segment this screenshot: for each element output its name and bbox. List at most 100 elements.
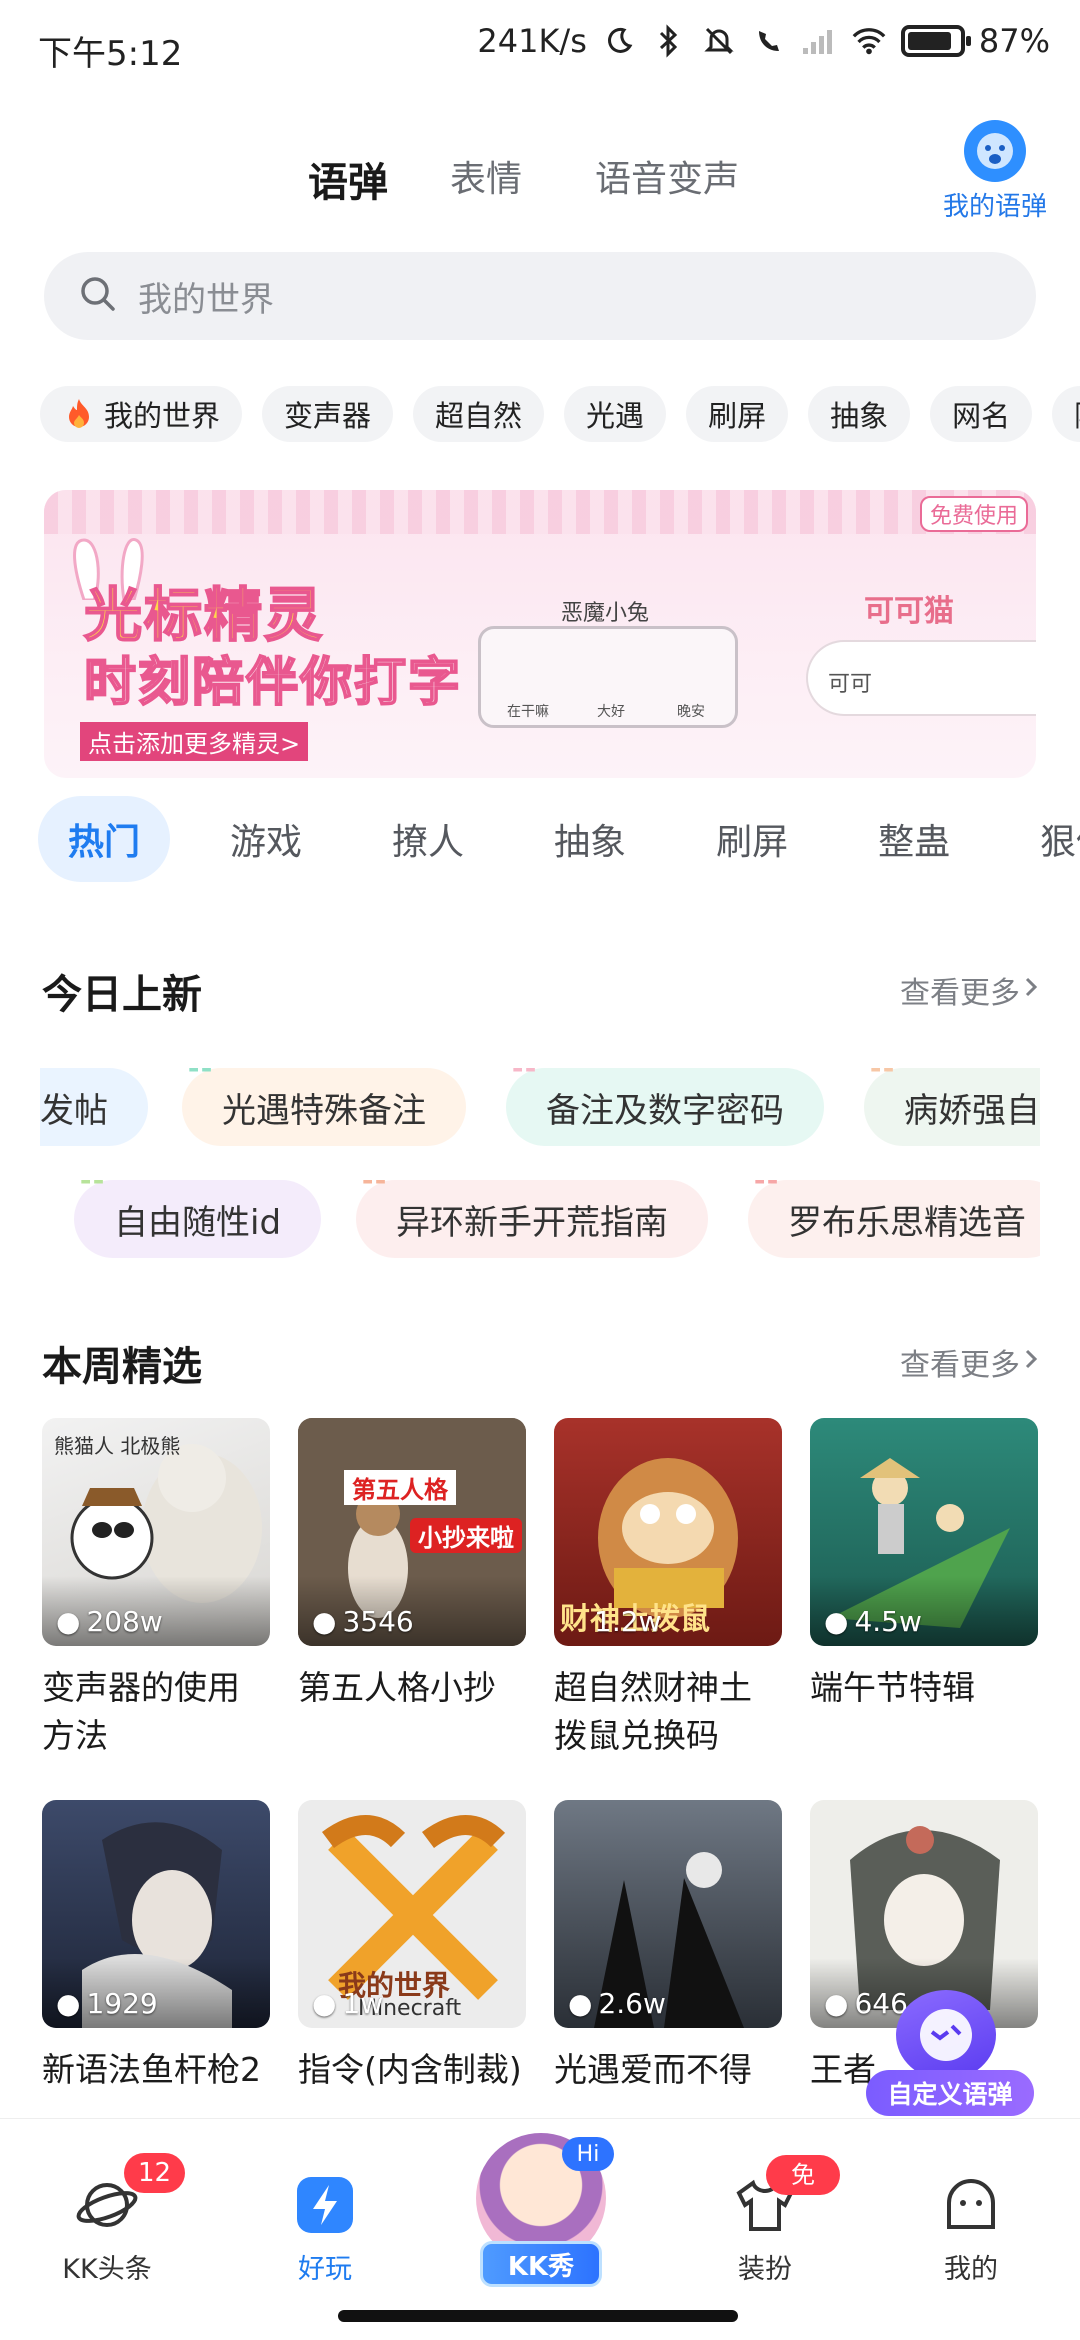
content-card[interactable]: 我的世界 Minecraft ● 1w 指令(内含制裁)	[298, 1800, 526, 2094]
list-item[interactable]: “光遇特殊备注	[182, 1068, 466, 1146]
banner-title-line2: 时刻陪伴你打字	[83, 652, 463, 714]
see-more-link[interactable]: 查看更多	[900, 1340, 1042, 1384]
card-thumbnail: 财神土拨鼠 1.2w	[554, 1418, 782, 1646]
chip-sky[interactable]: 光遇	[564, 386, 667, 442]
search-input[interactable]: 我的世界	[44, 252, 1036, 340]
user-icon: ●	[568, 1987, 593, 2020]
content-card[interactable]: ● 2.6w 光遇爱而不得	[554, 1800, 782, 2094]
content-card[interactable]: ● 1929 新语法鱼杆枪2	[42, 1800, 270, 2094]
call-icon	[751, 23, 787, 59]
today-new-row-1: 发帖 “光遇特殊备注 “备注及数字密码 “病娇强自	[40, 1068, 1040, 1148]
wifi-icon	[851, 23, 887, 59]
card-title: 指令(内含制裁)	[298, 2050, 522, 2089]
view-count: ● 1w	[312, 1987, 384, 2020]
section-title: 本周精选	[42, 1344, 202, 1390]
card-title: 第五人格小抄	[298, 1668, 496, 1707]
sprite-name: 恶魔小兔	[561, 601, 650, 626]
list-item[interactable]: “病娇强自	[864, 1068, 1040, 1146]
view-count: ● 1929	[56, 1987, 158, 2020]
user-icon: ●	[824, 1605, 849, 1638]
nav-kk-show[interactable]: Hi KK秀	[466, 2133, 616, 2303]
tab-spam[interactable]: 刷屏	[686, 796, 818, 882]
profile-face-icon	[939, 2173, 1003, 2237]
tab-harsh[interactable]: 狠伤	[1010, 796, 1080, 882]
chip-minecraft[interactable]: 我的世界	[40, 386, 243, 442]
chip-supernatural[interactable]: 超自然	[413, 386, 545, 442]
quote-icon: “	[750, 1180, 785, 1218]
hi-badge: Hi	[562, 2137, 614, 2171]
view-count: ● 3546	[312, 1605, 414, 1638]
tab-emoji[interactable]: 表情	[450, 150, 522, 202]
bluetooth-icon	[651, 23, 687, 59]
view-count: ● 208w	[56, 1605, 163, 1638]
my-yudan-label: 我的语弹	[942, 192, 1047, 222]
status-time: 下午5:12	[38, 34, 183, 74]
today-new-row-2: “自由随性id “异环新手开荒指南 “罗布乐思精选音	[40, 1180, 1040, 1260]
list-item[interactable]: “异环新手开荒指南	[356, 1180, 708, 1258]
list-item[interactable]: “自由随性id	[74, 1180, 322, 1258]
list-item[interactable]: “罗布乐思精选音	[748, 1180, 1040, 1258]
see-more-link[interactable]: 查看更多	[900, 968, 1042, 1012]
content-card[interactable]: 第五人格 小抄来啦 ● 3546 第五人格小抄	[298, 1418, 526, 1712]
nav-dressup[interactable]: 装扮 免费	[690, 2155, 840, 2286]
nav-mine[interactable]: 我的	[896, 2173, 1046, 2286]
network-speed: 241K/s	[477, 22, 587, 60]
card-thumbnail: 第五人格 小抄来啦 ● 3546	[298, 1418, 526, 1646]
content-card[interactable]: 财神土拨鼠 1.2w 超自然财神土拨鼠兑换码	[554, 1418, 782, 1760]
card-title: 变声器的使用方法	[42, 1668, 240, 1755]
user-icon: ●	[56, 1987, 81, 2020]
card-title: 端午节特辑	[810, 1668, 975, 1707]
nav-fun[interactable]: 好玩	[250, 2173, 400, 2286]
content-card[interactable]: ● 4.5w 端午节特辑	[810, 1418, 1038, 1712]
promo-banner[interactable]: 光标精灵 时刻陪伴你打字 点击添加更多精灵> 免费使用 恶魔小兔 在干嘛 大好 …	[44, 490, 1036, 778]
section-title: 今日上新	[42, 972, 202, 1018]
list-item[interactable]: “备注及数字密码	[506, 1068, 824, 1146]
card-thumbnail: ● 4.5w	[810, 1418, 1038, 1646]
content-card[interactable]: 熊猫人 北极熊 ● 208w 变声器的使用方法	[42, 1418, 270, 1760]
tab-flirt[interactable]: 撩人	[362, 796, 494, 882]
tab-game[interactable]: 游戏	[200, 796, 332, 882]
chip-nickname[interactable]: 网名	[930, 386, 1033, 442]
free-badge: 免费	[766, 2155, 840, 2229]
chevron-right-icon	[1020, 1345, 1042, 1380]
tab-abstract[interactable]: 抽象	[524, 796, 656, 882]
battery-percent: 87%	[978, 22, 1050, 60]
quote-icon: “	[508, 1068, 543, 1106]
card-thumbnail: 我的世界 Minecraft ● 1w	[298, 1800, 526, 2028]
tab-hot[interactable]: 热门	[38, 796, 171, 882]
banner-cta[interactable]: 点击添加更多精灵>	[80, 722, 309, 761]
chip-more[interactable]: 隐	[1052, 386, 1080, 442]
list-item[interactable]: 发帖	[40, 1068, 148, 1146]
search-placeholder: 我的世界	[138, 279, 274, 320]
search-icon	[78, 274, 118, 318]
card-thumbnail: ● 2.6w	[554, 1800, 782, 2028]
card-title: 超自然财神土拨鼠兑换码	[554, 1668, 752, 1755]
view-count: 1.2w	[594, 1605, 662, 1638]
nav-kk-headline[interactable]: KK头条 12	[32, 2153, 186, 2286]
sprite-card: 恶魔小兔 在干嘛 大好 晚安	[478, 601, 738, 728]
tab-voice-changer[interactable]: 语音变声	[595, 150, 739, 202]
bottom-nav: KK头条 12 好玩 Hi KK秀 装扮 免费 我的	[0, 2118, 1080, 2340]
weekly-header: 本周精选 查看更多	[42, 1334, 1042, 1394]
chip-voice-changer[interactable]: 变声器	[262, 386, 394, 442]
today-new-header: 今日上新 查看更多	[42, 962, 1042, 1022]
category-tabs: 热门 游戏 撩人 抽象 刷屏 整蛊 狠伤	[38, 796, 1080, 882]
notification-badge: 12	[124, 2153, 186, 2193]
tab-prank[interactable]: 整蛊	[848, 796, 980, 882]
yudan-avatar-icon	[964, 120, 1026, 182]
tab-yudan[interactable]: 语弹	[308, 150, 388, 208]
quote-icon: “	[358, 1180, 393, 1218]
card-thumbnail: 熊猫人 北极熊 ● 208w	[42, 1418, 270, 1646]
chip-spam[interactable]: 刷屏	[686, 386, 789, 442]
mute-icon	[701, 23, 737, 59]
chip-abstract[interactable]: 抽象	[808, 386, 911, 442]
custom-yudan-button[interactable]: 自定义语弹	[866, 1990, 1034, 2120]
view-count: ● 2.6w	[568, 1987, 666, 2020]
view-count: ● 4.5w	[824, 1605, 922, 1638]
status-bar: 下午5:12 241K/s 87%	[0, 0, 1080, 90]
my-yudan-button[interactable]: 我的语弹	[940, 120, 1050, 223]
chevron-right-icon	[1020, 973, 1042, 1008]
home-indicator[interactable]	[338, 2310, 738, 2322]
user-icon: ●	[56, 1605, 81, 1638]
top-tabs: 语弹 表情 语音变声	[0, 140, 1080, 212]
